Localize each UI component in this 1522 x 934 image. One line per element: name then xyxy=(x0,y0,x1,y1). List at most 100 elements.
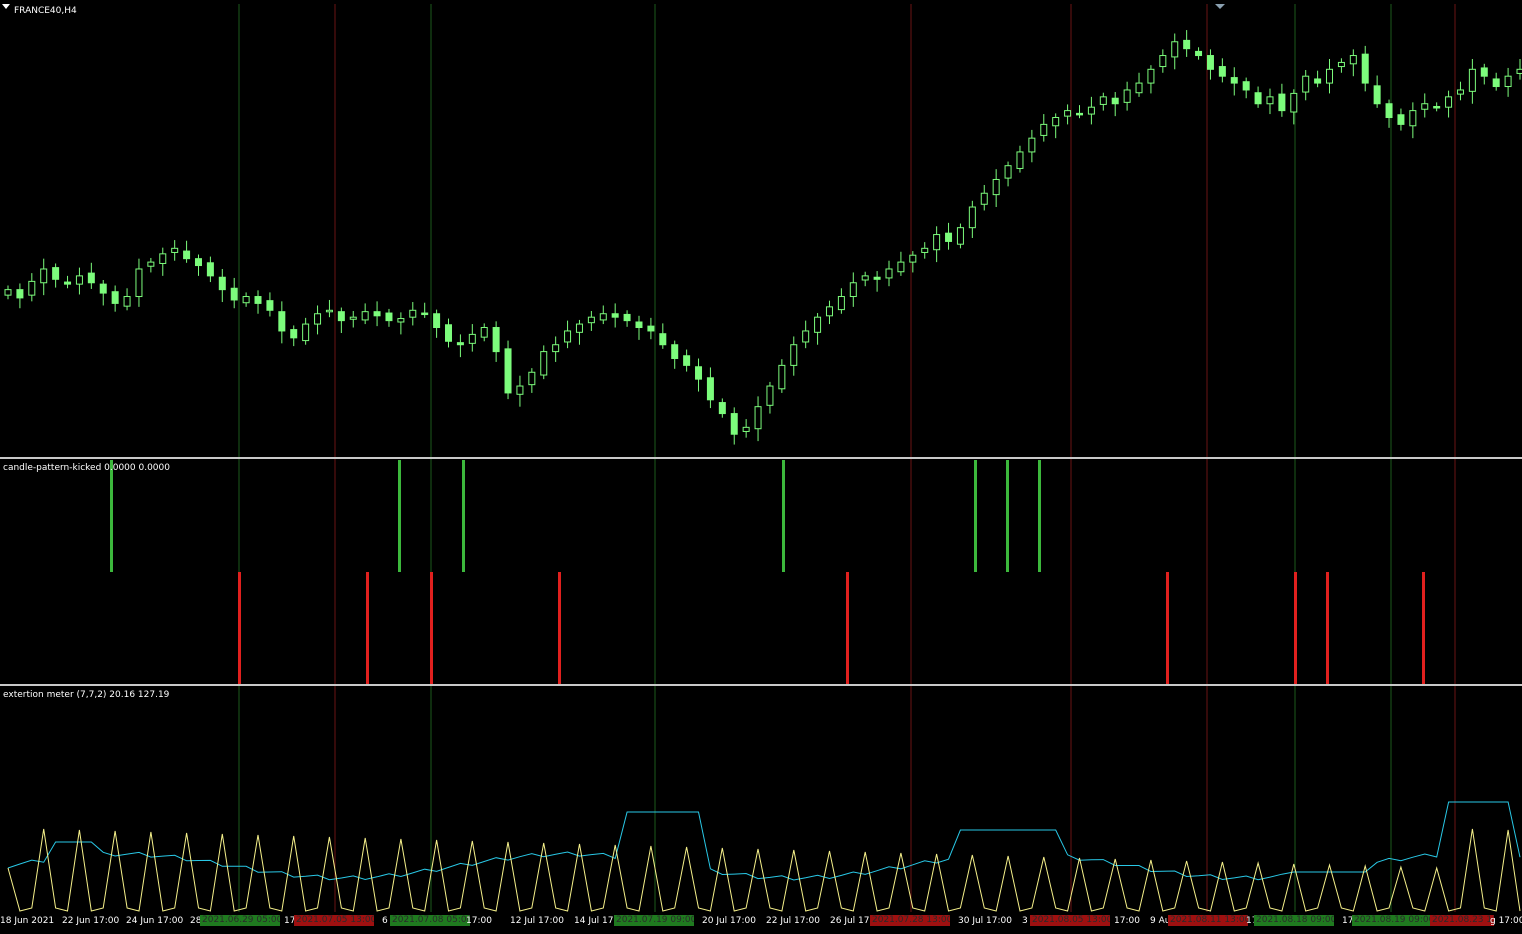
candle-body-bearish xyxy=(635,321,643,329)
candle-body-bearish xyxy=(873,276,881,280)
symbol-menu-icon[interactable] xyxy=(2,4,10,9)
kicked-signal-down xyxy=(1294,572,1297,684)
candle-body-bullish xyxy=(1349,55,1357,65)
candle-body-bearish xyxy=(230,287,238,301)
candle-body-bullish xyxy=(468,333,476,344)
kicked-signal-down xyxy=(1422,572,1425,684)
candle-body-bullish xyxy=(1028,137,1036,153)
candle-body-bullish xyxy=(1171,41,1179,58)
candle-body-bullish xyxy=(814,316,822,333)
time-tag: 2021.08.05 13:00 xyxy=(1030,915,1110,926)
candle-body-bullish xyxy=(956,227,964,245)
kicked-signal-up xyxy=(1006,460,1009,572)
candle-body-bearish xyxy=(730,413,738,435)
candle-body-bearish xyxy=(706,377,714,401)
candle-body-bearish xyxy=(99,283,107,294)
candle-body-bullish xyxy=(921,247,929,253)
candle-body-bullish xyxy=(766,385,774,406)
candle-body-bearish xyxy=(1218,66,1226,77)
trading-chart[interactable] xyxy=(0,0,1522,934)
candle-body-bullish xyxy=(587,316,595,324)
time-axis-label: 18 Jun 2021 xyxy=(0,916,55,926)
time-axis-label: 14 Jul 17: xyxy=(574,916,617,926)
candle-body-bullish xyxy=(933,234,941,251)
candle-body-bearish xyxy=(623,313,631,322)
time-axis-label: 6 xyxy=(382,916,388,926)
candle-body-bullish xyxy=(742,426,750,432)
candle-body-bearish xyxy=(337,311,345,322)
candle-body-bullish xyxy=(302,323,310,342)
candle-body-bearish xyxy=(1480,67,1488,77)
time-axis-label: 3 xyxy=(1022,916,1028,926)
candle-body-bearish xyxy=(492,327,500,353)
candle-body-bullish xyxy=(837,296,845,311)
candle-body-bearish xyxy=(1397,114,1405,125)
time-axis-label: 20 Jul 17:00 xyxy=(702,916,756,926)
candle-body-bearish xyxy=(647,325,655,332)
indicator-title-kicked: candle-pattern-kicked 0.0000 0.0000 xyxy=(3,463,170,473)
time-tag: 2021.08.11 13:00 xyxy=(1168,915,1248,926)
candle-body-bearish xyxy=(659,333,667,346)
candle-body-bearish xyxy=(611,313,619,318)
time-axis-label: 26 Jul 17: xyxy=(830,916,873,926)
time-tag: 2021.07.05 13:00 xyxy=(294,915,374,926)
candle-body-bearish xyxy=(206,262,214,277)
candle-body-bearish xyxy=(1314,78,1322,84)
candle-body-bearish xyxy=(1075,112,1083,116)
candle-body-bullish xyxy=(1099,96,1107,105)
candle-body-bullish xyxy=(147,261,155,267)
candle-body-bullish xyxy=(361,311,369,321)
candle-body-bullish xyxy=(1302,75,1310,93)
candle-body-bearish xyxy=(1206,55,1214,70)
candle-body-bullish xyxy=(40,268,48,284)
candle-body-bearish xyxy=(1373,85,1381,105)
candle-body-bullish xyxy=(325,309,333,313)
candle-body-bullish xyxy=(825,306,833,317)
time-tag: 2021.08.23 13:00 xyxy=(1430,915,1494,926)
candle-body-bearish xyxy=(1278,93,1286,112)
kicked-signal-up xyxy=(110,460,113,572)
candle-body-bearish xyxy=(278,311,286,332)
time-tag: 2021.07.08 05:00 xyxy=(390,915,470,926)
candle-body-bullish xyxy=(897,261,905,273)
candle-body-bearish xyxy=(945,232,953,242)
candle-body-bearish xyxy=(1195,50,1203,57)
candle-body-bullish xyxy=(552,344,560,353)
candle-body-bullish xyxy=(1456,89,1464,95)
candle-body-bearish xyxy=(433,313,441,329)
candle-body-bearish xyxy=(695,366,703,380)
candle-body-bearish xyxy=(421,312,429,316)
time-axis-label: 22 Jul 17:00 xyxy=(766,916,820,926)
candle-body-bearish xyxy=(1183,39,1191,50)
candle-body-bullish xyxy=(1004,165,1012,179)
candle-body-bearish xyxy=(456,342,464,346)
candle-body-bullish xyxy=(1468,68,1476,92)
candle-body-bullish xyxy=(528,371,536,386)
indicator-title-extertion: extertion meter (7,7,2) 20.16 127.19 xyxy=(3,690,170,700)
candle-body-bullish xyxy=(599,313,607,321)
candle-body-bullish xyxy=(885,268,893,279)
candle-body-bullish xyxy=(1159,55,1167,68)
time-axis: 18 Jun 2021 22 Jun 17:00 24 Jun 17:00 28… xyxy=(0,914,1522,930)
subwindow-separator[interactable] xyxy=(0,684,1522,686)
candle-body-bullish xyxy=(1290,92,1298,113)
candle-body-bullish xyxy=(540,351,548,376)
candle-body-bullish xyxy=(992,178,1000,196)
kicked-signal-down xyxy=(1166,572,1169,684)
candle-body-bearish xyxy=(183,250,191,260)
time-axis-label: g 17:00 xyxy=(1490,916,1522,926)
candle-body-bearish xyxy=(1254,92,1262,105)
candle-body-bullish xyxy=(1504,75,1512,88)
kicked-signal-up xyxy=(974,460,977,572)
subwindow-separator[interactable] xyxy=(0,457,1522,459)
extertion-meter-line-yellow xyxy=(7,828,1521,912)
candle-body-bullish xyxy=(123,296,131,307)
candle-body-bullish xyxy=(171,247,179,253)
candle-body-bullish xyxy=(516,385,524,395)
candle-body-bullish xyxy=(1123,89,1131,103)
time-tag: 2021.07.19 09:00 xyxy=(614,915,694,926)
candle-body-bullish xyxy=(1040,123,1048,136)
kicked-signal-up xyxy=(1038,460,1041,572)
candle-body-bullish xyxy=(1087,106,1095,115)
candle-body-bullish xyxy=(1016,151,1024,169)
